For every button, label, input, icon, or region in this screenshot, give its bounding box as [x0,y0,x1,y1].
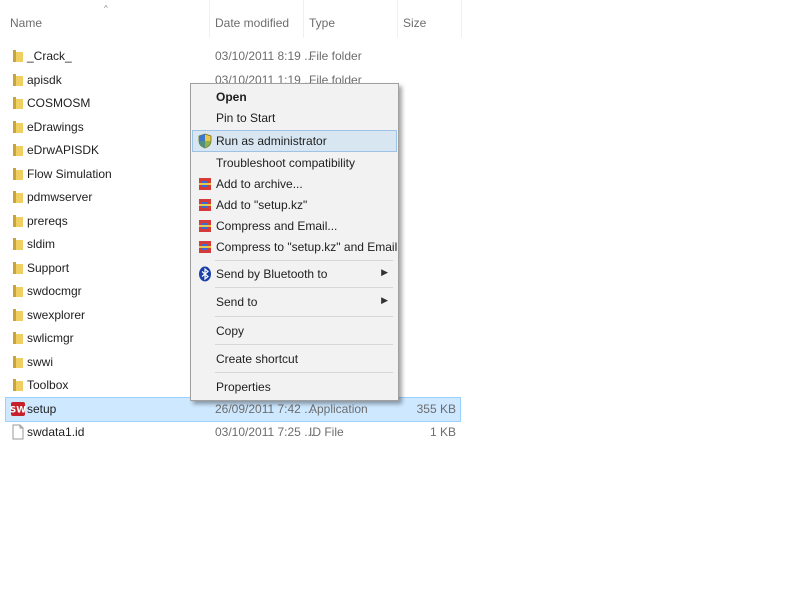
file-type: ID File [309,425,344,439]
menu-item-copy[interactable]: Copy [193,321,396,341]
menu-item-compress-and-email[interactable]: Compress and Email... [193,216,396,236]
folder-icon [10,48,26,64]
menu-item-pin-to-start[interactable]: Pin to Start [193,108,396,128]
column-divider[interactable] [397,0,398,38]
file-name: Flow Simulation [27,166,112,181]
menu-item-label: Create shortcut [216,352,299,366]
submenu-arrow-icon: ▶ [381,267,388,277]
file-name: setup [27,401,57,416]
file-name: swdata1.id [27,425,85,439]
menu-item-add-to-archive[interactable]: Add to archive... [193,174,396,194]
file-name: apisdk [27,72,62,87]
folder-icon [10,142,26,158]
folder-icon [10,166,26,182]
menu-item-add-to-setup-kz[interactable]: Add to "setup.kz" [193,195,396,215]
menu-item-label: Compress to "setup.kz" and Email [216,240,398,254]
app-icon: SW [10,401,26,417]
column-divider[interactable] [461,0,462,38]
menu-separator [215,372,393,373]
column-header-name[interactable]: Name [10,16,42,30]
menu-item-label: Add to "setup.kz" [216,198,308,212]
file-name: sldim [27,237,56,251]
folder-icon [10,213,26,229]
menu-item-send-by-bluetooth[interactable]: Send by Bluetooth to ▶ [193,264,396,284]
folder-icon [10,260,26,276]
folder-icon [10,330,26,346]
menu-item-label: Properties [216,380,271,394]
file-name: prereqs [27,213,68,228]
file-name: swlicmgr [27,331,74,345]
menu-item-open[interactable]: Open [193,87,396,107]
file-name: eDrawings [27,119,84,134]
menu-item-run-as-administrator[interactable]: Run as administrator [192,130,397,152]
file-name: swdocmgr [27,284,82,298]
menu-item-send-to[interactable]: Send to ▶ [193,292,396,312]
menu-item-label: Run as administrator [216,134,327,148]
submenu-arrow-icon: ▶ [381,295,388,305]
menu-item-label: Copy [216,324,245,338]
folder-icon [10,307,26,323]
folder-icon [10,283,26,299]
svg-text:SW: SW [10,405,26,415]
bluetooth-icon [197,266,213,282]
column-divider[interactable] [303,0,304,38]
uac-shield-icon [197,133,213,149]
menu-separator [215,344,393,345]
context-menu: Open Pin to Start Run as administrator T… [190,83,399,401]
file-name: COSMOSM [27,96,91,110]
folder-icon [10,119,26,135]
file-date-modified: 03/10/2011 8:19 ... [215,49,315,63]
column-header-date-modified[interactable]: Date modified [215,16,289,30]
column-header-size[interactable]: Size [403,16,426,30]
folder-icon [10,72,26,88]
menu-separator [215,316,393,317]
file-name: _Crack_ [27,49,72,63]
menu-separator [215,287,393,288]
file-name: pdmwserver [27,190,93,204]
menu-item-label: Troubleshoot compatibility [216,156,355,170]
file-name: swwi [27,354,53,369]
file-date-modified: 03/10/2011 7:25 ... [215,425,315,439]
menu-item-label: Open [216,90,247,104]
file-date-modified: 26/09/2011 7:42 ... [215,401,315,416]
folder-icon [10,236,26,252]
menu-item-label: Add to archive... [216,177,303,191]
menu-item-label: Compress and Email... [216,219,338,233]
menu-item-create-shortcut[interactable]: Create shortcut [193,349,396,369]
file-name: Support [27,260,70,275]
column-header-bar: ^ Name Date modified Type Size [0,0,470,40]
menu-separator [215,260,393,261]
menu-item-label: Pin to Start [216,111,276,125]
column-header-type[interactable]: Type [309,16,335,30]
menu-item-troubleshoot-compatibility[interactable]: Troubleshoot compatibility [193,153,396,173]
folder-icon [10,354,26,370]
column-divider[interactable] [209,0,210,38]
menu-item-label: Send to [216,295,258,309]
file-icon [10,424,26,440]
archive-icon [197,239,213,255]
file-row[interactable]: swdata1.id 03/10/2011 7:25 ... ID File 1 KB [6,421,460,444]
folder-icon [10,377,26,393]
folder-icon [10,189,26,205]
file-name: eDrwAPISDK [27,143,100,157]
menu-item-label: Send by Bluetooth to [216,267,328,281]
menu-item-properties[interactable]: Properties [193,377,396,397]
file-row[interactable]: _Crack_ 03/10/2011 8:19 ... File folder [6,45,460,68]
file-name: Toolbox [27,378,69,392]
sort-ascending-icon: ^ [104,4,108,13]
archive-icon [197,218,213,234]
archive-icon [197,197,213,213]
file-size: 1 KB [429,425,456,439]
file-size: 355 KB [416,401,456,416]
menu-item-compress-to-setup-kz-and-email[interactable]: Compress to "setup.kz" and Email [193,237,398,257]
file-type: File folder [309,49,362,63]
file-type: Application [309,401,368,416]
file-name: swexplorer [27,307,86,322]
archive-icon [197,176,213,192]
folder-icon [10,95,26,111]
